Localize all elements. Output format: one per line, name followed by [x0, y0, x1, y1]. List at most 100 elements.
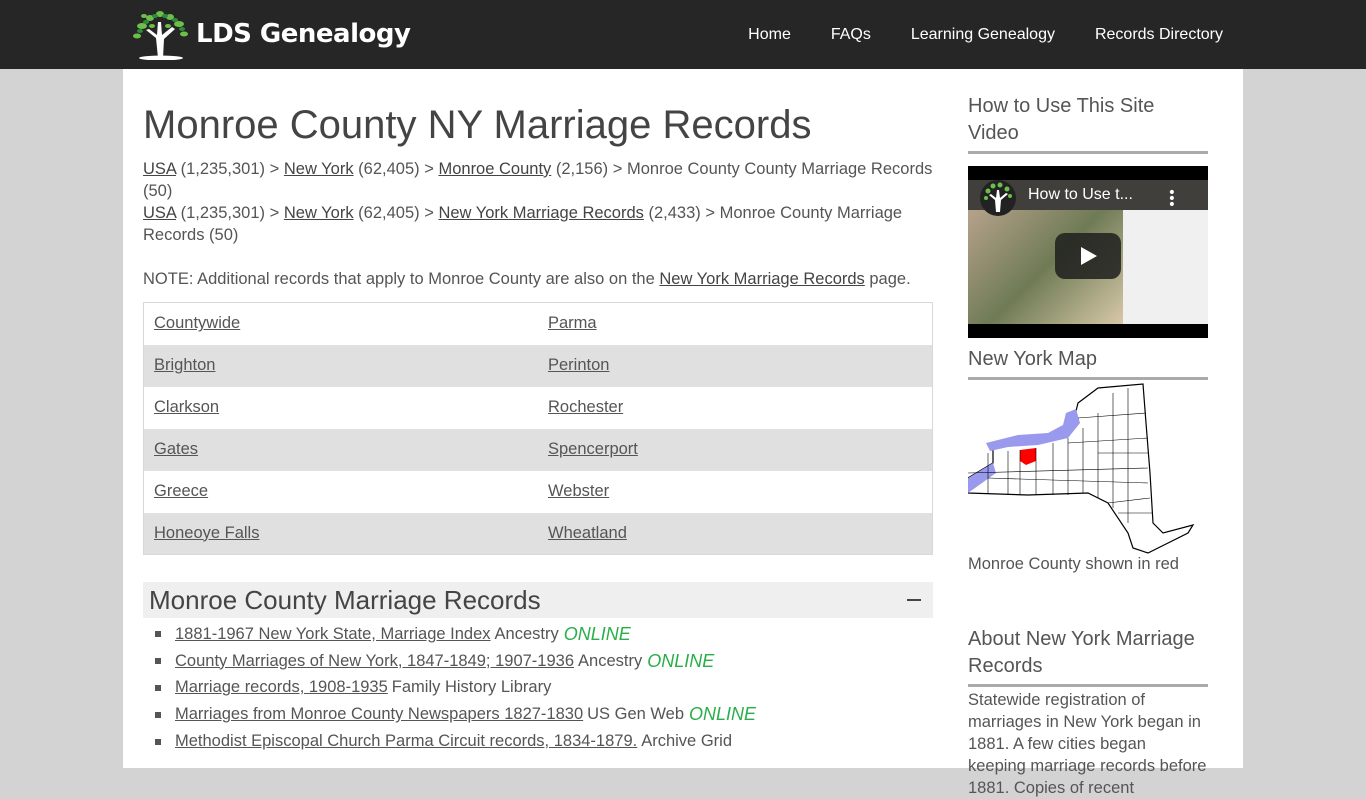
table-cell: Spencerport: [538, 428, 933, 471]
table-row: Gates Spencerport: [143, 428, 933, 471]
nav-learning-genealogy[interactable]: Learning Genealogy: [911, 26, 1055, 44]
nav-faqs[interactable]: FAQs: [831, 26, 871, 44]
bullet-icon: [155, 711, 161, 718]
breadcrumb-separator: >: [269, 204, 280, 222]
about-section: About New York Marriage Records Statewid…: [968, 626, 1208, 799]
new-york-map-image: [967, 383, 1195, 554]
breadcrumb-link-usa[interactable]: USA: [143, 160, 176, 178]
new-york-map: [967, 383, 1208, 555]
breadcrumb-link-new-york[interactable]: New York: [284, 204, 354, 222]
video-player[interactable]: How to Use t... • • •: [968, 166, 1208, 338]
video-thumbnail-document: [1123, 210, 1208, 324]
town-link[interactable]: Countywide: [154, 314, 240, 332]
list-item: 1881-1967 New York State, Marriage Index…: [155, 621, 933, 648]
note-suffix: page.: [864, 270, 911, 288]
record-source: Archive Grid: [641, 732, 732, 751]
record-source: US Gen Web: [587, 705, 685, 724]
page-content: Monroe County NY Marriage Records USA (1…: [123, 69, 1243, 797]
town-link[interactable]: Clarkson: [154, 398, 219, 416]
map-heading: New York Map: [968, 346, 1208, 380]
note-prefix: NOTE: Additional records that apply to M…: [143, 270, 660, 288]
breadcrumb-separator: >: [705, 204, 715, 222]
breadcrumb-count: (2,156): [555, 160, 609, 178]
town-link[interactable]: Greece: [154, 482, 208, 500]
record-link[interactable]: 1881-1967 New York State, Marriage Index: [175, 625, 491, 644]
list-item: Marriage records, 1908-1935 Family Histo…: [155, 675, 933, 702]
about-heading: About New York Marriage Records: [968, 626, 1208, 687]
online-badge: ONLINE: [647, 650, 715, 671]
town-link[interactable]: Spencerport: [548, 440, 638, 458]
table-cell: Brighton: [143, 344, 538, 387]
video-title: How to Use t...: [1028, 186, 1133, 203]
breadcrumb-count: (1,235,301): [180, 204, 266, 222]
map-caption: Monroe County shown in red: [968, 555, 1179, 573]
table-row: Countywide Parma: [144, 303, 933, 345]
record-source: Ancestry: [494, 624, 559, 643]
more-options-icon[interactable]: • • •: [1168, 186, 1176, 212]
town-link[interactable]: Wheatland: [548, 524, 627, 542]
breadcrumb-separator: >: [424, 204, 434, 222]
site-header: LDS Genealogy Home FAQs Learning Genealo…: [0, 0, 1366, 69]
section-title: Monroe County Marriage Records: [149, 584, 541, 615]
breadcrumb-link-usa[interactable]: USA: [143, 204, 176, 222]
main-nav: Home FAQs Learning Genealogy Records Dir…: [708, 0, 1223, 69]
town-link[interactable]: Rochester: [548, 398, 623, 416]
town-link[interactable]: Honeoye Falls: [154, 524, 259, 542]
record-source: Ancestry: [578, 651, 643, 670]
breadcrumb-count: (1,235,301): [180, 160, 266, 178]
video-heading: How to Use This Site Video: [968, 93, 1208, 154]
minus-icon[interactable]: [907, 599, 921, 601]
records-list: 1881-1967 New York State, Marriage Index…: [155, 621, 933, 755]
bullet-icon: [155, 658, 161, 665]
note: NOTE: Additional records that apply to M…: [143, 268, 933, 290]
breadcrumb-separator: >: [612, 160, 623, 178]
town-link[interactable]: Perinton: [548, 356, 609, 374]
list-item: Methodist Episcopal Church Parma Circuit…: [155, 728, 933, 755]
page-title: Monroe County NY Marriage Records: [143, 103, 812, 147]
breadcrumb-separator: >: [269, 160, 280, 178]
table-cell: Parma: [538, 303, 933, 345]
breadcrumb-count: (62,405): [358, 204, 420, 222]
main-column: Monroe County NY Marriage Records USA (1…: [143, 69, 933, 755]
record-link[interactable]: County Marriages of New York, 1847-1849;…: [175, 652, 574, 671]
nav-records-directory[interactable]: Records Directory: [1095, 26, 1223, 44]
record-link[interactable]: Methodist Episcopal Church Parma Circuit…: [175, 732, 637, 751]
record-source: Family History Library: [391, 678, 552, 697]
table-row: Brighton Perinton: [143, 344, 933, 387]
section-header[interactable]: Monroe County Marriage Records: [143, 582, 933, 618]
note-link[interactable]: New York Marriage Records: [659, 270, 864, 288]
town-link[interactable]: Webster: [548, 482, 609, 500]
play-button-icon[interactable]: [1055, 233, 1121, 279]
breadcrumb-link-ny-marriage-records[interactable]: New York Marriage Records: [438, 204, 643, 222]
about-text: Statewide registration of marriages in N…: [968, 691, 1207, 797]
table-cell: Clarkson: [144, 387, 539, 429]
record-link[interactable]: Marriage records, 1908-1935: [175, 678, 388, 697]
bullet-icon: [155, 684, 161, 691]
bullet-icon: [155, 631, 161, 638]
nav-home[interactable]: Home: [748, 26, 791, 44]
list-item: Marriages from Monroe County Newspapers …: [155, 701, 933, 728]
breadcrumb-county: USA (1,235,301) > New York (62,405) > Mo…: [143, 158, 933, 202]
online-badge: ONLINE: [689, 704, 757, 725]
table-cell: Wheatland: [538, 512, 933, 555]
breadcrumbs: USA (1,235,301) > New York (62,405) > Mo…: [143, 158, 933, 246]
table-cell: Webster: [538, 471, 933, 513]
site-logo[interactable]: LDS Genealogy: [132, 8, 411, 60]
breadcrumb-link-new-york[interactable]: New York: [284, 160, 354, 178]
town-link[interactable]: Brighton: [154, 356, 215, 374]
logo-text: LDS Genealogy: [196, 19, 411, 49]
table-cell: Honeoye Falls: [143, 512, 538, 555]
record-link[interactable]: Marriages from Monroe County Newspapers …: [175, 705, 583, 724]
channel-logo-icon: [980, 180, 1016, 216]
table-row: Clarkson Rochester: [144, 387, 933, 429]
breadcrumb-link-monroe-county[interactable]: Monroe County: [438, 160, 551, 178]
breadcrumb-count: (2,433): [648, 204, 701, 222]
bullet-icon: [155, 738, 161, 745]
list-item: County Marriages of New York, 1847-1849;…: [155, 648, 933, 675]
town-link[interactable]: Parma: [548, 314, 597, 332]
table-cell: Perinton: [538, 344, 933, 387]
town-link[interactable]: Gates: [154, 440, 198, 458]
table-cell: Gates: [143, 428, 538, 471]
table-row: Honeoye Falls Wheatland: [143, 512, 933, 555]
tree-logo-icon: [133, 11, 188, 60]
